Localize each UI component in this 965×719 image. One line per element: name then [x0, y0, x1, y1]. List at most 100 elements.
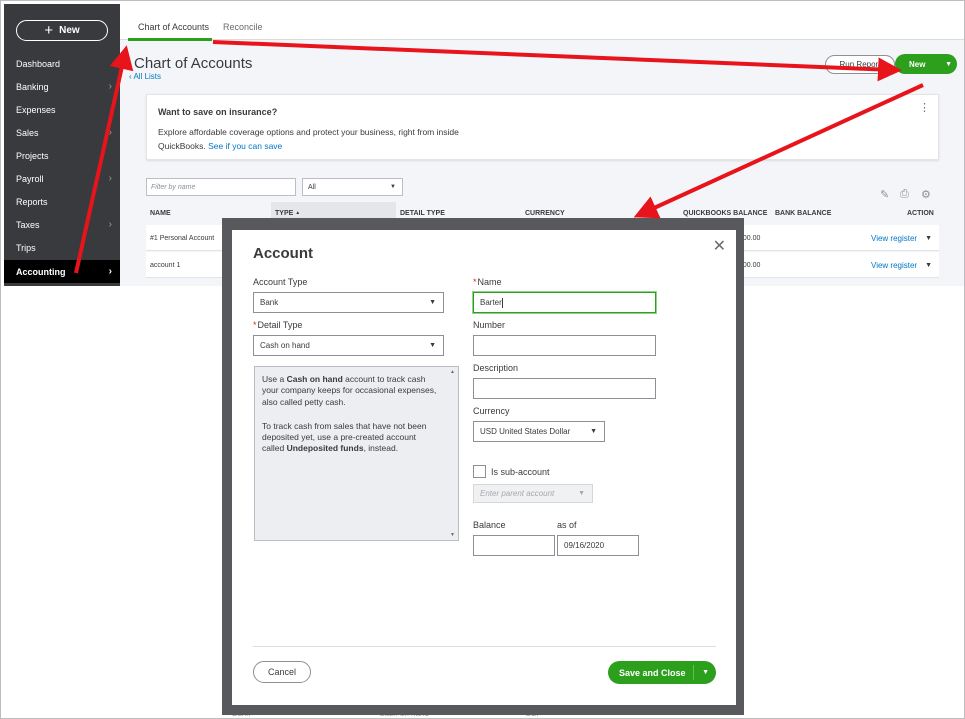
- currency-select[interactable]: USD United States Dollar ▼: [473, 421, 605, 442]
- chevron-right-icon: ›: [108, 173, 112, 184]
- caret-down-icon: ▼: [429, 299, 436, 306]
- caret-down-icon[interactable]: ▼: [945, 61, 952, 68]
- edit-pencil-icon[interactable]: ✎: [880, 188, 889, 201]
- more-options-icon[interactable]: ⋮: [919, 101, 930, 114]
- cancel-button[interactable]: Cancel: [253, 661, 311, 683]
- sidebar-item-trips[interactable]: Trips: [4, 236, 120, 259]
- split-divider: [693, 665, 694, 680]
- name-input-value: Barter: [480, 298, 502, 307]
- dialog-divider: [253, 646, 716, 647]
- currency-value: USD United States Dollar: [480, 427, 571, 436]
- sidebar-item-projects[interactable]: Projects: [4, 144, 120, 167]
- chevron-right-icon: ›: [108, 127, 112, 138]
- insurance-promo-card: Want to save on insurance? Explore affor…: [146, 94, 939, 160]
- all-lists-label: All Lists: [133, 72, 162, 81]
- detail-type-value: Cash on hand: [260, 341, 310, 350]
- promo-text: Explore affordable coverage options and …: [158, 125, 488, 153]
- promo-link[interactable]: See if you can save: [208, 141, 282, 151]
- sidebar-item-label: Dashboard: [16, 58, 61, 69]
- sub-account-checkbox[interactable]: [473, 465, 486, 478]
- caret-down-icon: ▼: [429, 342, 436, 349]
- number-input[interactable]: [473, 335, 656, 356]
- row-name: account 1: [150, 261, 181, 269]
- sidebar-item-label: Accounting: [16, 266, 66, 277]
- gear-icon[interactable]: ⚙: [921, 188, 931, 201]
- new-account-button[interactable]: New ▼: [895, 54, 957, 74]
- sidebar-item-label: Reports: [16, 196, 48, 207]
- close-icon[interactable]: ✕: [713, 236, 726, 256]
- name-input[interactable]: Barter: [473, 292, 656, 313]
- description-label: Description: [473, 363, 519, 373]
- view-register-link[interactable]: View register ▼: [871, 252, 932, 278]
- scroll-down-icon[interactable]: ▼: [450, 532, 455, 538]
- parent-account-placeholder: Enter parent account: [480, 489, 555, 498]
- tab-reconcile[interactable]: Reconcile: [223, 22, 263, 32]
- description-text: Use a Cash on hand account to track cash…: [262, 374, 440, 468]
- sidebar-item-label: Expenses: [16, 104, 56, 115]
- save-and-close-button[interactable]: Save and Close ▼: [608, 661, 716, 684]
- balance-input[interactable]: [473, 535, 555, 556]
- caret-down-icon[interactable]: ▼: [925, 262, 932, 269]
- sidebar-item-reports[interactable]: Reports: [4, 190, 120, 213]
- caret-down-icon: ▼: [590, 428, 597, 435]
- account-type-value: Bank: [260, 298, 279, 307]
- sidebar-item-dashboard[interactable]: Dashboard: [4, 52, 120, 75]
- promo-title: Want to save on insurance?: [158, 107, 278, 117]
- account-type-select[interactable]: Bank ▼: [253, 292, 444, 313]
- chevron-right-icon: ›: [108, 81, 112, 92]
- tab-bar: Chart of Accounts Reconcile: [120, 4, 964, 41]
- sidebar: + New Dashboard Banking › Expenses Sales ›…: [4, 4, 120, 286]
- active-tab-indicator: [128, 38, 212, 41]
- filter-by-name-input[interactable]: Filter by name: [146, 178, 296, 196]
- save-and-close-label: Save and Close: [619, 667, 686, 678]
- text-cursor: [501, 297, 503, 308]
- chevron-right-icon: ›: [108, 266, 112, 277]
- view-register-label: View register: [871, 260, 918, 270]
- number-label: Number: [473, 320, 506, 330]
- print-icon[interactable]: ⎙: [900, 188, 909, 201]
- sidebar-item-accounting[interactable]: Accounting ›: [4, 260, 120, 283]
- required-asterisk: *: [253, 320, 257, 330]
- filter-select-value: All: [308, 183, 316, 191]
- scroll-up-icon[interactable]: ▲: [450, 369, 455, 375]
- desc-p2-bold: Undeposited funds: [286, 443, 364, 454]
- run-report-button[interactable]: Run Report: [825, 55, 895, 74]
- sub-account-label: Is sub-account: [491, 467, 550, 477]
- name-label-text: Name: [477, 277, 502, 287]
- caret-down-icon[interactable]: ▼: [925, 235, 932, 242]
- sidebar-item-taxes[interactable]: Taxes ›: [4, 213, 120, 236]
- row-name: #1 Personal Account: [150, 234, 215, 242]
- as-of-date-input[interactable]: 09/16/2020: [557, 535, 639, 556]
- desc-p2-post: , instead.: [363, 443, 399, 454]
- filter-type-select[interactable]: All ▼: [302, 178, 403, 196]
- tab-chart-of-accounts[interactable]: Chart of Accounts: [138, 22, 209, 32]
- detail-type-select[interactable]: Cash on hand ▼: [253, 335, 444, 356]
- description-input[interactable]: [473, 378, 656, 399]
- account-dialog: Account ✕ Account Type Bank ▼ *Detail Ty…: [232, 230, 736, 705]
- currency-label: Currency: [473, 406, 510, 416]
- new-button[interactable]: + New: [16, 20, 108, 41]
- sidebar-item-banking[interactable]: Banking ›: [4, 75, 120, 98]
- sidebar-item-label: Trips: [16, 242, 36, 253]
- screenshot-frame: + New Dashboard Banking › Expenses Sales ›…: [0, 0, 965, 719]
- sidebar-item-label: Sales: [16, 127, 39, 138]
- sort-ascending-icon: ▲: [295, 210, 301, 216]
- caret-down-icon[interactable]: ▼: [702, 669, 709, 676]
- parent-account-select[interactable]: Enter parent account ▼: [473, 484, 593, 503]
- sidebar-item-label: Taxes: [16, 219, 40, 230]
- detail-type-description[interactable]: Use a Cash on hand account to track cash…: [254, 366, 459, 541]
- detail-type-label: *Detail Type: [253, 320, 302, 330]
- sidebar-item-expenses[interactable]: Expenses: [4, 98, 120, 121]
- plus-icon: +: [44, 22, 54, 39]
- view-register-link[interactable]: View register ▼: [871, 225, 932, 251]
- caret-down-icon: ▼: [578, 490, 585, 497]
- all-lists-link[interactable]: ‹ All Lists: [129, 72, 161, 81]
- as-of-label: as of: [557, 520, 577, 530]
- name-label: *Name: [473, 277, 502, 287]
- sidebar-item-sales[interactable]: Sales ›: [4, 121, 120, 144]
- column-header-bank-balance[interactable]: BANK BALANCE: [775, 202, 837, 224]
- column-header-type-label: TYPE: [275, 209, 294, 217]
- desc-p1-bold: Cash on hand: [286, 374, 343, 384]
- caret-down-icon: ▼: [390, 184, 396, 190]
- sidebar-item-payroll[interactable]: Payroll ›: [4, 167, 120, 190]
